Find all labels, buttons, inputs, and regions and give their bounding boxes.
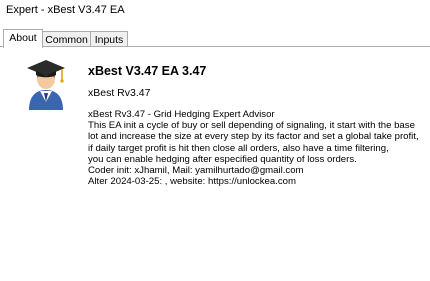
description-line: you can enable hedging after especified … bbox=[88, 153, 357, 165]
description-line: Alter 2024-03-25: , website: https://unl… bbox=[88, 176, 296, 188]
user-graduation-cap-icon bbox=[25, 56, 67, 112]
title-bar: Expert - xBest V3.47 EA bbox=[0, 0, 430, 22]
description-line: Coder init: xJhamil, Mail: yamilhurtado@… bbox=[88, 165, 304, 177]
ea-description: xBest Rv3.47 - Grid Hedging Expert Advis… bbox=[88, 109, 423, 187]
window-title: Expert - xBest V3.47 EA bbox=[6, 4, 125, 16]
description-line: lot and increase the size at every step … bbox=[88, 131, 419, 143]
tab-strip: About Common Inputs bbox=[0, 29, 430, 48]
ea-version: xBest Rv3.47 bbox=[88, 87, 151, 99]
tab-common[interactable]: Common bbox=[42, 31, 91, 47]
ea-name: xBest V3.47 EA 3.47 bbox=[88, 64, 207, 78]
description-line: xBest Rv3.47 - Grid Hedging Expert Advis… bbox=[88, 109, 275, 120]
description-line: if daily target profit is hit then close… bbox=[88, 142, 389, 154]
description-line: This EA init a cycle of buy or sell depe… bbox=[88, 120, 415, 132]
tab-about[interactable]: About bbox=[3, 29, 43, 48]
tab-inputs[interactable]: Inputs bbox=[90, 31, 128, 47]
